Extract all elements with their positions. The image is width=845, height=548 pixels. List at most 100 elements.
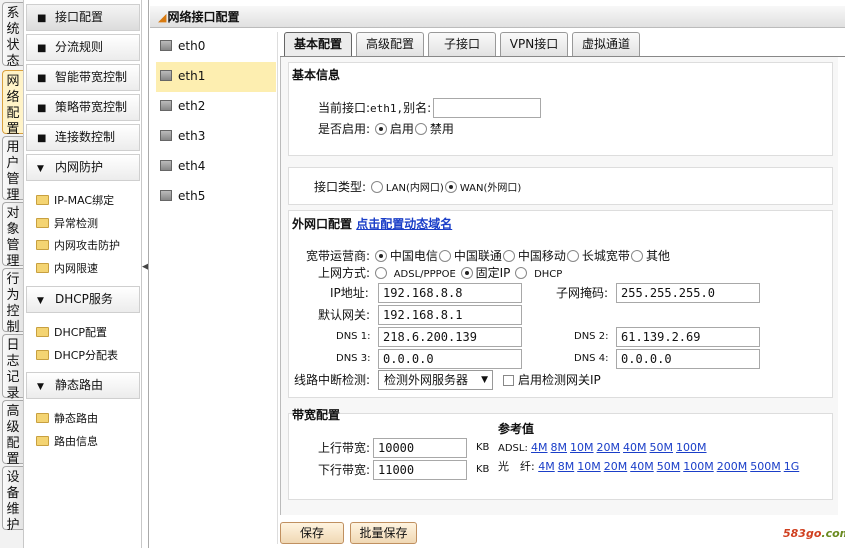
- line-detect-select[interactable]: 检测外网服务器 ▼: [378, 370, 493, 390]
- fiber-link-10m[interactable]: 10M: [577, 460, 601, 473]
- isp-other-radio[interactable]: [630, 250, 643, 262]
- side-tab-behavior-control[interactable]: 行为控制: [2, 268, 23, 335]
- interface-label: eth3: [178, 129, 206, 143]
- dns1-label: DNS 1:: [336, 331, 371, 342]
- adsl-link-4m[interactable]: 4M: [531, 441, 548, 454]
- side-tab-advanced-config[interactable]: 高级配置: [2, 400, 23, 467]
- dns1-input[interactable]: 218.6.200.139: [378, 327, 522, 347]
- bullet-icon: ■: [37, 43, 47, 54]
- menu-item-label: 分流规则: [55, 40, 104, 54]
- side-tab-device-maintenance[interactable]: 设备维护: [2, 466, 23, 533]
- fiber-link-1g[interactable]: 1G: [784, 460, 800, 473]
- mode-dhcp-radio[interactable]: [515, 267, 528, 279]
- side-tab-object-management[interactable]: 对象管理: [2, 202, 23, 269]
- menu-group-static-routing[interactable]: ▼ 静态路由: [26, 372, 140, 399]
- submenu-lan-attack-protection[interactable]: 内网攻击防护: [36, 238, 120, 254]
- isp-unicom-radio[interactable]: [438, 250, 451, 262]
- fiber-reference-row: 光 纤: 4M 8M 10M 20M 40M 50M 100M 200M 500M 1G: [498, 458, 802, 476]
- adsl-link-10m[interactable]: 10M: [570, 441, 594, 454]
- submenu-label: DHCP分配表: [54, 349, 119, 362]
- interface-item-eth3[interactable]: eth3: [156, 122, 276, 152]
- alias-input[interactable]: [433, 98, 541, 118]
- isp-greatwall-radio[interactable]: [566, 250, 579, 262]
- adsl-link-50m[interactable]: 50M: [650, 441, 674, 454]
- save-button[interactable]: 保存: [280, 522, 344, 544]
- submenu-static-route[interactable]: 静态路由: [36, 411, 98, 427]
- menu-group-lan-protection[interactable]: ▼ 内网防护: [26, 154, 140, 181]
- menu-group-label: 内网防护: [55, 160, 104, 174]
- isp-mobile-radio[interactable]: [502, 250, 515, 262]
- subnet-mask-input[interactable]: 255.255.255.0: [616, 283, 760, 303]
- submenu-ip-mac-binding[interactable]: IP-MAC绑定: [36, 193, 114, 209]
- mode-static-radio[interactable]: [460, 267, 473, 279]
- gateway-input[interactable]: 192.168.8.1: [378, 305, 522, 325]
- wan-radio[interactable]: [444, 181, 457, 193]
- folder-icon: [36, 263, 49, 273]
- menu-item-policy-bandwidth[interactable]: ■ 策略带宽控制: [26, 94, 140, 121]
- menu-item-connection-control[interactable]: ■ 连接数控制: [26, 124, 140, 151]
- menu-item-interface-config[interactable]: ■ 接口配置: [26, 4, 140, 31]
- interface-item-eth4[interactable]: eth4: [156, 152, 276, 182]
- fiber-link-20m[interactable]: 20M: [604, 460, 628, 473]
- submenu-label: IP-MAC绑定: [54, 194, 115, 207]
- isp-other-label: 其他: [645, 249, 670, 263]
- mode-adsl-radio[interactable]: [374, 267, 387, 279]
- submenu-label: 静态路由: [54, 412, 98, 425]
- submenu-dhcp-lease-table[interactable]: DHCP分配表: [36, 348, 118, 364]
- submenu-anomaly-detection[interactable]: 异常检测: [36, 216, 98, 232]
- tab-vpn-interface[interactable]: VPN接口: [500, 32, 568, 56]
- lan-radio[interactable]: [370, 181, 383, 193]
- watermark-prefix: 583go: [783, 527, 822, 540]
- fiber-label: 光 纤:: [498, 460, 535, 473]
- folder-icon: [36, 327, 49, 337]
- mode-adsl-label: ADSL/PPPOE: [393, 269, 456, 280]
- fiber-link-100m[interactable]: 100M: [683, 460, 714, 473]
- tab-virtual-channel[interactable]: 虚拟通道: [572, 32, 640, 56]
- dns3-input[interactable]: 0.0.0.0: [378, 349, 522, 369]
- menu-item-smart-bandwidth[interactable]: ■ 智能带宽控制: [26, 64, 140, 91]
- download-bandwidth-input[interactable]: 11000: [373, 460, 467, 480]
- fiber-link-4m[interactable]: 4M: [538, 460, 555, 473]
- menu-item-routing-rules[interactable]: ■ 分流规则: [26, 34, 140, 61]
- ip-address-input[interactable]: 192.168.8.8: [378, 283, 522, 303]
- fiber-link-8m[interactable]: 8M: [558, 460, 575, 473]
- dns2-input[interactable]: 61.139.2.69: [616, 327, 760, 347]
- gateway-check-checkbox[interactable]: [503, 375, 514, 386]
- tab-sub-interface[interactable]: 子接口: [428, 32, 496, 56]
- dns4-input[interactable]: 0.0.0.0: [616, 349, 760, 369]
- upload-bandwidth-input[interactable]: 10000: [373, 438, 467, 458]
- fiber-link-200m[interactable]: 200M: [717, 460, 748, 473]
- side-tab-log-records[interactable]: 日志记录: [2, 334, 23, 401]
- side-tab-system-status[interactable]: 系统状态: [2, 2, 23, 69]
- fiber-link-500m[interactable]: 500M: [750, 460, 781, 473]
- side-tab-user-management[interactable]: 用户管理: [2, 136, 23, 203]
- interface-item-eth5[interactable]: eth5: [156, 182, 276, 212]
- submenu-lan-rate-limit[interactable]: 内网限速: [36, 261, 98, 277]
- ddns-config-link[interactable]: 点击配置动态域名: [356, 217, 452, 231]
- adsl-link-20m[interactable]: 20M: [597, 441, 621, 454]
- fiber-link-40m[interactable]: 40M: [630, 460, 654, 473]
- gateway-label: 默认网关:: [318, 308, 371, 322]
- fiber-link-50m[interactable]: 50M: [657, 460, 681, 473]
- tab-basic-config[interactable]: 基本配置: [284, 32, 352, 56]
- enable-on-radio[interactable]: [374, 123, 387, 135]
- adsl-link-8m[interactable]: 8M: [551, 441, 568, 454]
- isp-telecom-radio[interactable]: [374, 250, 387, 262]
- batch-save-button[interactable]: 批量保存: [350, 522, 417, 544]
- interface-item-eth1[interactable]: eth1: [156, 62, 276, 92]
- isp-mobile-label: 中国移动: [517, 249, 566, 263]
- mode-static-label: 固定IP: [475, 266, 511, 280]
- interface-label: eth2: [178, 99, 206, 113]
- submenu-route-info[interactable]: 路由信息: [36, 434, 98, 450]
- interface-item-eth2[interactable]: eth2: [156, 92, 276, 122]
- adsl-link-40m[interactable]: 40M: [623, 441, 647, 454]
- side-tab-network-config[interactable]: 网络配置: [2, 70, 23, 137]
- interface-item-eth0[interactable]: eth0: [156, 32, 276, 62]
- tab-advanced-config[interactable]: 高级配置: [356, 32, 424, 56]
- enable-off-radio[interactable]: [414, 123, 427, 135]
- isp-telecom-label: 中国电信: [389, 249, 438, 263]
- menu-group-dhcp-service[interactable]: ▼ DHCP服务: [26, 286, 140, 313]
- adsl-link-100m[interactable]: 100M: [676, 441, 707, 454]
- submenu-dhcp-config[interactable]: DHCP配置: [36, 325, 107, 341]
- side-tab-bar: 系统状态 网络配置 用户管理 对象管理 行为控制 日志记录 高级配置 设备维护: [0, 0, 24, 548]
